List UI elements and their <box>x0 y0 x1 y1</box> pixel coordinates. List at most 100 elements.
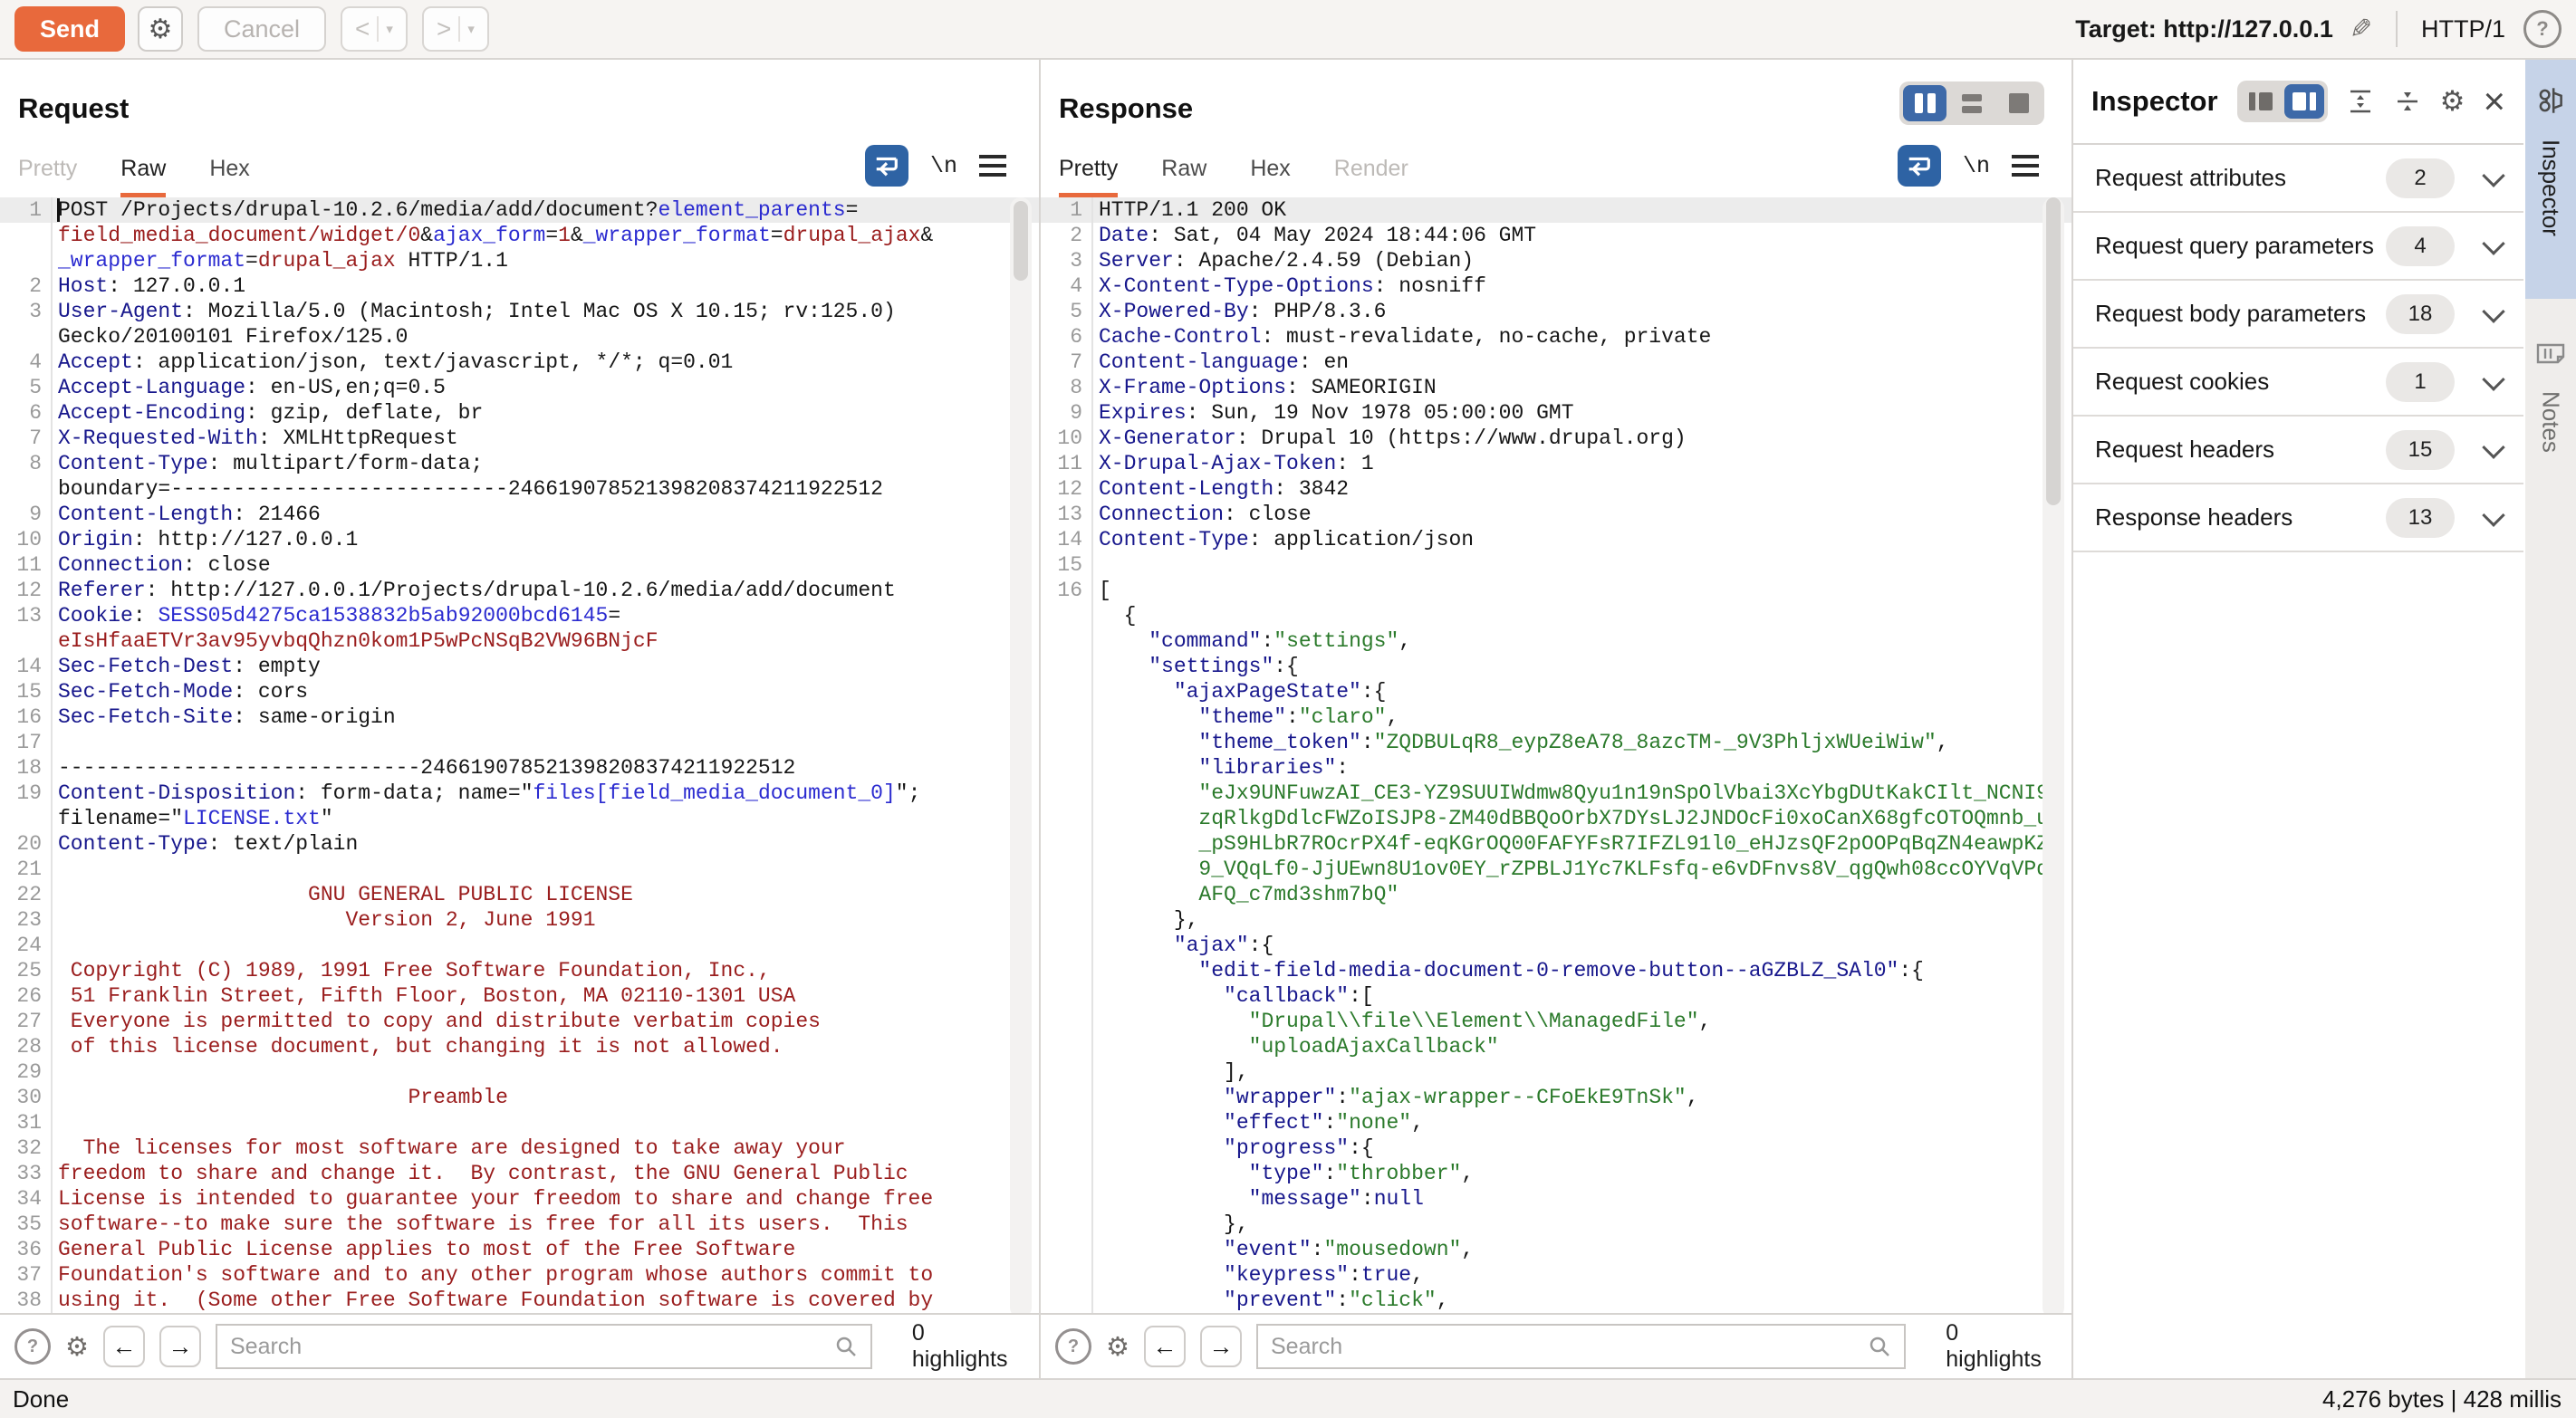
help-icon[interactable]: ? <box>2523 10 2562 48</box>
line-number: 1 <box>1041 197 1091 223</box>
line-number: 14 <box>0 654 51 679</box>
line-number <box>0 806 51 831</box>
wrap-icon <box>873 152 900 179</box>
tab-render[interactable]: Render <box>1334 156 1408 197</box>
editor-line: 23 Version 2, June 1991 <box>0 907 1039 933</box>
panel-divider[interactable] <box>1039 60 1041 1378</box>
request-search-input[interactable]: Search <box>216 1324 872 1369</box>
line-number <box>1041 983 1091 1009</box>
inspector-dock-toggle-group <box>2237 81 2328 122</box>
send-settings-gear-icon[interactable]: ⚙ <box>138 6 183 52</box>
line-number <box>1041 1009 1091 1034</box>
line-number <box>1041 857 1091 882</box>
editor-line: 13Connection: close <box>1041 502 2071 527</box>
cancel-button[interactable]: Cancel <box>197 6 326 52</box>
search-settings-gear-icon[interactable]: ⚙ <box>1106 1331 1129 1363</box>
send-button[interactable]: Send <box>14 6 125 52</box>
search-next-button[interactable]: → <box>159 1326 201 1367</box>
inspector-section-request-headers[interactable]: Request headers15 <box>2073 417 2523 484</box>
response-editor[interactable]: 1HTTP/1.1 200 OK2Date: Sat, 04 May 2024 … <box>1041 197 2071 1320</box>
line-number <box>1041 1135 1091 1161</box>
tab-hex[interactable]: Hex <box>209 156 249 197</box>
line-number: 19 <box>0 781 51 806</box>
show-newlines-toggle[interactable]: \n <box>1963 153 1990 179</box>
inspector-settings-gear-icon[interactable]: ⚙ <box>2440 85 2465 118</box>
inspector-close-icon[interactable]: × <box>2483 82 2505 120</box>
response-panel: Response PrettyRawHexRender \n 1HTTP/1.1… <box>1041 60 2071 1378</box>
editor-line: 4Accept: application/json, text/javascri… <box>0 350 1039 375</box>
line-number <box>1041 654 1091 679</box>
layout-columns-button[interactable] <box>1903 85 1946 121</box>
search-icon <box>834 1335 858 1358</box>
line-number: 3 <box>0 299 51 324</box>
tab-hex[interactable]: Hex <box>1250 156 1290 197</box>
layout-rows-button[interactable] <box>1950 85 1994 121</box>
inspector-section-request-query-parameters[interactable]: Request query parameters4 <box>2073 213 2523 281</box>
editor-menu-icon[interactable] <box>979 155 1006 177</box>
editor-line: 29 <box>0 1059 1039 1085</box>
editor-line: 12Content-Length: 3842 <box>1041 476 2071 502</box>
dock-right-button[interactable] <box>2284 84 2324 119</box>
search-help-icon[interactable]: ? <box>1055 1328 1091 1365</box>
editor-line: 16Sec-Fetch-Site: same-origin <box>0 704 1039 730</box>
soft-wrap-toggle-button[interactable] <box>1898 145 1941 187</box>
editor-line: 4X-Content-Type-Options: nosniff <box>1041 273 2071 299</box>
search-next-button[interactable]: → <box>1200 1326 1242 1367</box>
tab-pretty[interactable]: Pretty <box>1059 156 1118 197</box>
line-number: 35 <box>0 1212 51 1237</box>
editor-line: "theme":"claro", <box>1041 704 2071 730</box>
inspector-section-request-body-parameters[interactable]: Request body parameters18 <box>2073 281 2523 349</box>
sidebar-tab-notes[interactable]: Notes <box>2525 299 2576 453</box>
status-text: Done <box>0 1385 69 1413</box>
line-number <box>1041 1212 1091 1237</box>
panel-divider[interactable] <box>2071 60 2073 1378</box>
inspector-section-request-attributes[interactable]: Request attributes2 <box>2073 145 2523 213</box>
line-number: 15 <box>0 679 51 704</box>
line-number: 23 <box>0 907 51 933</box>
editor-line: "wrapper":"ajax-wrapper--CFoEkE9TnSk", <box>1041 1085 2071 1110</box>
sidebar-tab-inspector[interactable]: Inspector <box>2525 60 2576 299</box>
search-settings-gear-icon[interactable]: ⚙ <box>65 1331 89 1363</box>
response-scrollbar-thumb[interactable] <box>2046 197 2061 505</box>
search-help-icon[interactable]: ? <box>14 1328 51 1365</box>
collapse-all-icon[interactable] <box>2393 87 2422 116</box>
line-number: 4 <box>1041 273 1091 299</box>
request-editor[interactable]: 1POST /Projects/drupal-10.2.6/media/add/… <box>0 197 1039 1320</box>
tab-raw[interactable]: Raw <box>120 156 166 197</box>
chevron-right-icon: > <box>437 14 451 43</box>
line-number <box>1041 1161 1091 1186</box>
response-search-input[interactable]: Search <box>1256 1324 1906 1369</box>
line-number <box>0 248 51 273</box>
dock-left-button[interactable] <box>2241 84 2281 119</box>
show-newlines-toggle[interactable]: \n <box>930 153 957 179</box>
line-number: 10 <box>1041 426 1091 451</box>
inspector-section-request-cookies[interactable]: Request cookies1 <box>2073 349 2523 417</box>
editor-line: "edit-field-media-document-0-remove-butt… <box>1041 958 2071 983</box>
request-scrollbar-thumb[interactable] <box>1014 201 1028 281</box>
status-bar: Done 4,276 bytes | 428 millis <box>0 1378 2576 1418</box>
line-number: 18 <box>0 755 51 781</box>
chevron-down-icon <box>2482 503 2504 526</box>
forward-request-button[interactable]: > ▾ <box>422 6 489 52</box>
expand-all-icon[interactable] <box>2346 87 2375 116</box>
soft-wrap-toggle-button[interactable] <box>865 145 908 187</box>
inspector-section-response-headers[interactable]: Response headers13 <box>2073 484 2523 552</box>
editor-menu-icon[interactable] <box>2012 155 2039 177</box>
tab-raw[interactable]: Raw <box>1161 156 1206 197</box>
search-previous-button[interactable]: ← <box>1144 1326 1186 1367</box>
line-number: 29 <box>0 1059 51 1085</box>
http-version-label[interactable]: HTTP/1 <box>2421 15 2505 43</box>
tab-pretty[interactable]: Pretty <box>18 156 77 197</box>
editor-line: "effect":"none", <box>1041 1110 2071 1135</box>
edit-target-pencil-icon[interactable]: ✎ <box>2350 14 2372 45</box>
search-previous-button[interactable]: ← <box>103 1326 145 1367</box>
line-number: 26 <box>0 983 51 1009</box>
line-number <box>1041 933 1091 958</box>
back-request-button[interactable]: < ▾ <box>341 6 408 52</box>
response-scrollbar[interactable] <box>2043 197 2064 1318</box>
editor-line: 35software--to make sure the software is… <box>0 1212 1039 1237</box>
layout-single-button[interactable] <box>1997 85 2041 121</box>
request-scrollbar[interactable] <box>1010 197 1032 1318</box>
line-number: 36 <box>0 1237 51 1262</box>
rows-layout-icon <box>1962 94 1982 113</box>
